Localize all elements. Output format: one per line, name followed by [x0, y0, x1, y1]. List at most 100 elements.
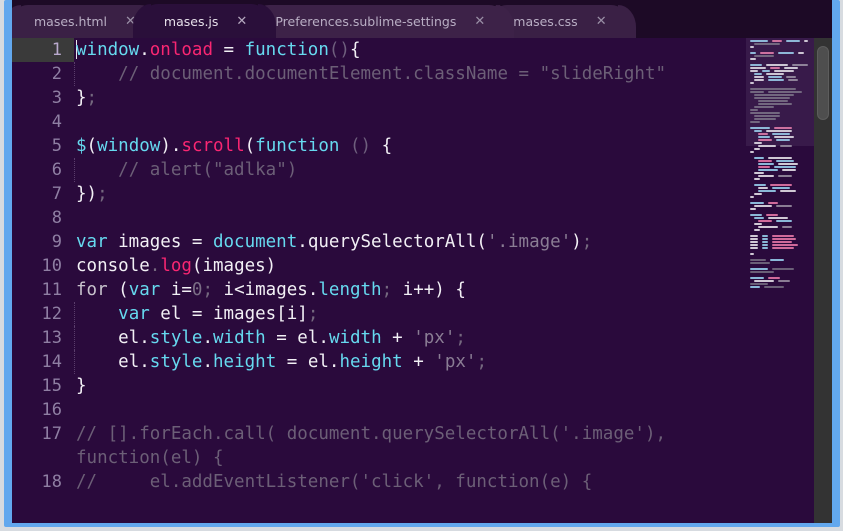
- close-icon[interactable]: ✕: [596, 15, 607, 28]
- code-token: ;: [476, 352, 487, 372]
- minimap-token: [750, 70, 758, 72]
- code-pane[interactable]: 1 window.onload = function(){2 // documen…: [12, 38, 746, 523]
- code-line[interactable]: 3};: [12, 86, 746, 110]
- minimap-token: [754, 73, 762, 75]
- code-token: .: [149, 256, 161, 276]
- line-number: 17: [41, 424, 62, 444]
- code-token: .: [318, 328, 329, 348]
- minimap-token: [804, 40, 808, 42]
- minimap-line: [750, 277, 811, 279]
- minimap-line: [750, 244, 811, 246]
- code-line[interactable]: 17 // [].forEach.call( document.querySele…: [12, 422, 746, 470]
- code-text[interactable]: };: [74, 86, 746, 110]
- tab-label: Preferences.sublime-settings: [275, 14, 457, 29]
- minimap-token: [750, 259, 766, 261]
- code-line[interactable]: 10 console.log(images): [12, 254, 746, 278]
- close-icon[interactable]: ✕: [474, 15, 485, 28]
- code-token: function: [244, 40, 329, 60]
- code-token: length: [318, 280, 382, 300]
- minimap[interactable]: [746, 38, 814, 523]
- code-token: var: [76, 232, 108, 252]
- minimap-token: [762, 247, 768, 249]
- code-text[interactable]: [74, 398, 746, 422]
- tab-preferences-sublime-settings[interactable]: Preferences.sublime-settings ✕: [244, 5, 515, 38]
- code-line[interactable]: 4: [12, 110, 746, 134]
- code-token: ;: [307, 304, 319, 324]
- minimap-token: [766, 73, 784, 75]
- code-text[interactable]: el.style.width = el.width + 'px';: [74, 326, 746, 350]
- code-text[interactable]: for (var i=0; i<images.length; i++) {: [74, 278, 746, 302]
- code-text[interactable]: $(window).scroll(function () {: [74, 134, 746, 158]
- vertical-scrollbar-track[interactable]: [814, 38, 832, 523]
- minimap-token: [758, 187, 768, 189]
- minimap-token: [784, 67, 798, 69]
- code-text[interactable]: window.onload = function(){: [74, 38, 746, 62]
- code-token: (): [339, 136, 372, 156]
- code-text[interactable]: [74, 206, 746, 230]
- code-text[interactable]: // [].forEach.call( document.querySelect…: [74, 422, 746, 470]
- minimap-line: [750, 232, 811, 234]
- minimap-token: [768, 91, 802, 93]
- minimap-line: [750, 181, 811, 183]
- code-line[interactable]: 6 // alert("adlka"): [12, 158, 746, 182]
- minimap-token: [776, 220, 792, 222]
- code-line[interactable]: 5 $(window).scroll(function () {: [12, 134, 746, 158]
- code-line[interactable]: 7});: [12, 182, 746, 206]
- code-line[interactable]: 12 var el = images[i];: [12, 302, 746, 326]
- code-line[interactable]: 15}: [12, 374, 746, 398]
- minimap-line: [750, 112, 811, 114]
- code-line[interactable]: 14 el.style.height = el.height + 'px';: [12, 350, 746, 374]
- minimap-token: [750, 238, 758, 240]
- minimap-line: [750, 220, 811, 222]
- code-token: var: [118, 304, 150, 324]
- minimap-line: [750, 61, 811, 63]
- minimap-line: [750, 148, 811, 150]
- code-line[interactable]: 1 window.onload = function(){: [12, 38, 746, 62]
- code-line[interactable]: 11 for (var i=0; i<images.length; i++) {: [12, 278, 746, 302]
- code-line[interactable]: 8: [12, 206, 746, 230]
- minimap-line: [750, 193, 811, 195]
- minimap-token: [770, 184, 792, 186]
- minimap-token: [754, 229, 760, 231]
- minimap-line: [750, 223, 811, 225]
- minimap-line: [750, 151, 811, 153]
- minimap-line: [750, 52, 811, 54]
- minimap-token: [778, 280, 790, 282]
- minimap-token: [750, 271, 774, 273]
- code-text[interactable]: // document.documentElement.className = …: [74, 62, 746, 86]
- vertical-scrollbar-thumb[interactable]: [817, 46, 829, 120]
- minimap-token: [770, 259, 784, 261]
- code-text[interactable]: el.style.height = el.height + 'px';: [74, 350, 746, 374]
- code-line[interactable]: 16: [12, 398, 746, 422]
- minimap-line: [750, 208, 811, 210]
- minimap-token: [750, 235, 758, 237]
- code-text[interactable]: }: [74, 374, 746, 398]
- code-text[interactable]: [74, 110, 746, 134]
- minimap-line: [750, 271, 811, 273]
- tab-mases-js[interactable]: mases.js ✕: [132, 4, 277, 38]
- minimap-line: [750, 70, 811, 72]
- minimap-line: [750, 85, 811, 87]
- indent-guide: [74, 350, 75, 374]
- code-text[interactable]: });: [74, 182, 746, 206]
- code-line[interactable]: 2 // document.documentElement.className …: [12, 62, 746, 86]
- minimap-token: [768, 76, 782, 78]
- code-line[interactable]: 13 el.style.width = el.width + 'px';: [12, 326, 746, 350]
- minimap-line: [750, 109, 811, 111]
- code-token: .: [139, 40, 150, 60]
- minimap-line: [750, 250, 811, 252]
- code-text[interactable]: // el.addEventListener('click', function…: [74, 470, 746, 494]
- minimap-token: [768, 157, 792, 159]
- code-token: // el.addEventListener('click', function…: [76, 472, 593, 492]
- code-text[interactable]: var images = document.querySelectorAll('…: [74, 230, 746, 254]
- code-text[interactable]: // alert("adlka"): [74, 158, 746, 182]
- code-text[interactable]: var el = images[i];: [74, 302, 746, 326]
- code-line[interactable]: 18 // el.addEventListener('click', functi…: [12, 470, 746, 494]
- code-token: .: [202, 328, 214, 348]
- close-icon[interactable]: ✕: [236, 15, 247, 28]
- code-text[interactable]: console.log(images): [74, 254, 746, 278]
- code-line[interactable]: 9 var images = document.querySelectorAll(…: [12, 230, 746, 254]
- line-number: 1: [12, 38, 74, 62]
- indent-guide: [74, 326, 75, 350]
- minimap-line: [750, 133, 811, 135]
